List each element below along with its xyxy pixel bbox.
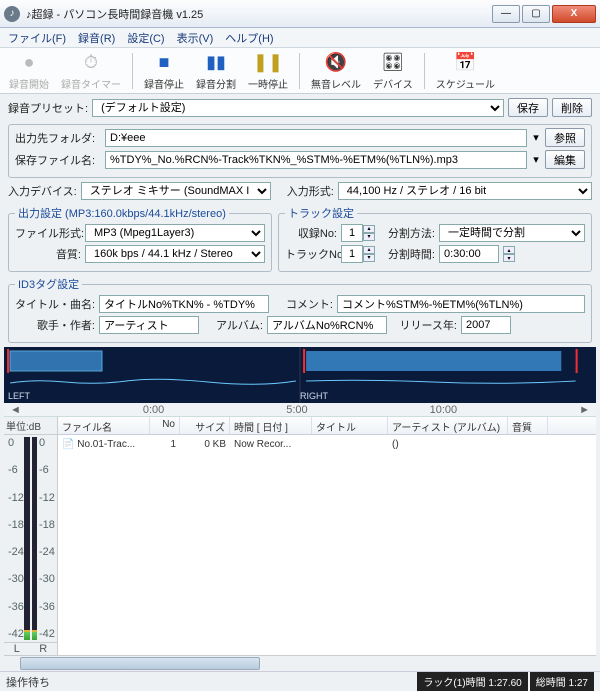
timeline-arrow-left[interactable]: ◄: [10, 404, 21, 416]
id3-year-label: リリース年:: [391, 317, 457, 333]
waveform-display: LEFT RIGHT: [4, 347, 596, 403]
col-size[interactable]: サイズ: [180, 417, 230, 434]
split-method-select[interactable]: 一定時間で分割: [439, 224, 585, 242]
recno-label: 収録No:: [285, 225, 337, 241]
statusbar: 操作待ち ラック(1)時間 1:27.60 総時間 1:27: [0, 671, 600, 691]
scrollbar-thumb[interactable]: [20, 657, 260, 670]
col-filename[interactable]: ファイル名: [58, 417, 150, 434]
id3-year-input[interactable]: [461, 316, 511, 334]
close-button[interactable]: X: [552, 5, 596, 23]
status-text: 操作待ち: [6, 674, 417, 690]
toolbar-録音開始: ●録音開始: [6, 50, 52, 92]
id3-comment-label: コメント:: [273, 296, 333, 312]
dropdown-icon[interactable]: ▾: [531, 131, 541, 144]
minimize-button[interactable]: —: [492, 5, 520, 23]
status-total-time: 総時間 1:27: [530, 672, 594, 691]
file-row[interactable]: 📄 No.01-Trac...10 KBNow Recor...(): [58, 435, 596, 454]
toolbar-録音タイマー: ⏱録音タイマー: [58, 50, 124, 92]
app-icon: ♪: [4, 6, 20, 22]
col-title[interactable]: タイトル: [312, 417, 388, 434]
id3-title-label: タイトル・曲名:: [15, 296, 95, 312]
trackno-label: トラックNo:: [285, 246, 337, 262]
id3-artist-input[interactable]: [99, 316, 199, 334]
preset-save-button[interactable]: 保存: [508, 98, 548, 117]
dropdown-icon[interactable]: ▾: [531, 153, 541, 166]
split-method-label: 分割方法:: [379, 225, 435, 241]
track-settings-legend: トラック設定: [285, 205, 357, 221]
col-quality[interactable]: 音質: [508, 417, 548, 434]
recno-spinner[interactable]: ▴▾: [341, 224, 375, 242]
waveform-right-label: RIGHT: [300, 391, 328, 401]
split-time-input[interactable]: [439, 245, 499, 263]
quality-select[interactable]: 160k bps / 44.1 kHz / Stereo: [85, 245, 265, 263]
maximize-button[interactable]: ▢: [522, 5, 550, 23]
menubar: ファイル(F) 録音(R) 設定(C) 表示(V) ヘルプ(H): [0, 28, 600, 48]
output-folder-label: 出力先フォルダ:: [15, 130, 101, 146]
status-track-time: ラック(1)時間 1:27.60: [417, 672, 527, 691]
col-artist[interactable]: アーティスト (アルバム): [388, 417, 508, 434]
waveform-left-label: LEFT: [8, 391, 30, 401]
split-time-label: 分割時間:: [379, 246, 435, 262]
menu-settings[interactable]: 設定(C): [127, 30, 164, 46]
id3-title-input[interactable]: [99, 295, 269, 313]
menu-view[interactable]: 表示(V): [177, 30, 214, 46]
browse-button[interactable]: 参照: [545, 128, 585, 147]
preset-delete-button[interactable]: 削除: [552, 98, 592, 117]
toolbar-無音レベル[interactable]: 🔇無音レベル: [308, 50, 364, 92]
toolbar: ●録音開始⏱録音タイマー ■録音停止▮▮録音分割❚❚一時停止 🔇無音レベル🎛デバイス…: [0, 48, 600, 94]
filetype-select[interactable]: MP3 (Mpeg1Layer3): [85, 224, 265, 242]
menu-file[interactable]: ファイル(F): [8, 30, 66, 46]
id3-artist-label: 歌手・作者:: [15, 317, 95, 333]
menu-help[interactable]: ヘルプ(H): [225, 30, 273, 46]
timeline-arrow-right[interactable]: ►: [579, 404, 590, 416]
id3-legend: ID3タグ設定: [15, 276, 82, 292]
level-meter: 単位:dB 0-6-12-18-24-30-36-42 0-6-12-18-24…: [4, 417, 58, 655]
input-device-label: 入力デバイス:: [8, 183, 77, 199]
timeline: ◄ 0:00 5:00 10:00 ►: [4, 403, 596, 417]
edit-button[interactable]: 編集: [545, 150, 585, 169]
input-device-select[interactable]: ステレオ ミキサー (SoundMAX Int: [81, 182, 271, 200]
preset-label: 録音プリセット:: [8, 100, 88, 116]
id3-comment-input[interactable]: [337, 295, 585, 313]
toolbar-一時停止[interactable]: ❚❚一時停止: [245, 50, 291, 92]
filetype-label: ファイル形式:: [15, 225, 81, 241]
meter-bar-right: [32, 437, 38, 640]
col-time[interactable]: 時間 [ 日付 ]: [230, 417, 312, 434]
toolbar-録音分割[interactable]: ▮▮録音分割: [193, 50, 239, 92]
output-folder-input[interactable]: [105, 129, 527, 147]
preset-select[interactable]: (デフォルト設定): [92, 99, 504, 117]
toolbar-録音停止[interactable]: ■録音停止: [141, 50, 187, 92]
menu-record[interactable]: 録音(R): [78, 30, 115, 46]
input-format-select[interactable]: 44,100 Hz / ステレオ / 16 bit: [338, 182, 592, 200]
output-file-label: 保存ファイル名:: [15, 152, 101, 168]
trackno-spinner[interactable]: ▴▾: [341, 245, 375, 263]
toolbar-デバイス[interactable]: 🎛デバイス: [370, 50, 416, 92]
id3-album-input[interactable]: [267, 316, 387, 334]
input-format-label: 入力形式:: [287, 183, 334, 199]
window-title: ♪超録 - パソコン長時間録音機 v1.25: [26, 6, 492, 22]
id3-album-label: アルバム:: [203, 317, 263, 333]
horizontal-scrollbar[interactable]: [4, 655, 596, 671]
titlebar: ♪ ♪超録 - パソコン長時間録音機 v1.25 — ▢ X: [0, 0, 600, 28]
output-settings-legend: 出力設定 (MP3:160.0kbps/44.1kHz/stereo): [15, 205, 229, 221]
toolbar-スケジュール[interactable]: 📅スケジュール: [433, 50, 498, 92]
quality-label: 音質:: [15, 246, 81, 262]
meter-bar-left: [24, 437, 30, 640]
col-no[interactable]: No: [150, 417, 180, 434]
file-list: ファイル名 No サイズ 時間 [ 日付 ] タイトル アーティスト (アルバム…: [58, 417, 596, 655]
output-file-input[interactable]: [105, 151, 527, 169]
